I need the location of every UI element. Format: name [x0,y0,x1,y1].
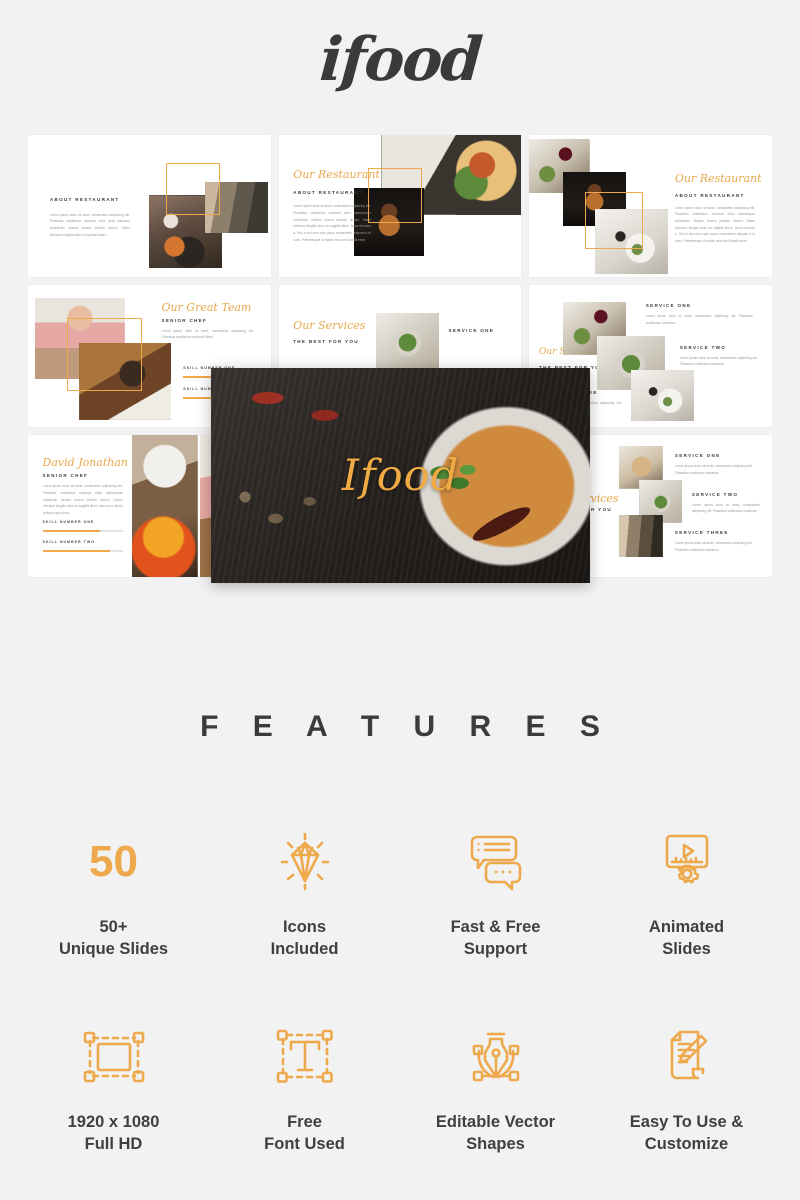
slide-photo-interior [619,514,663,558]
slide-bar-fill [42,530,101,533]
feature-item-unique-slides: 50 50+ Unique Slides [18,824,209,961]
slide-bar-label: SKILL NUMBER TWO [42,540,96,545]
feature-item-support: Fast & Free Support [400,824,591,961]
feature-label: Easy To Use & Customize [630,1111,743,1156]
features-heading: F E A T U R E S [200,710,613,743]
number-50-icon: 50 [89,824,138,900]
feature-label: Editable Vector Shapes [436,1111,555,1156]
slide-body-text: Lorem ipsum dolor sit amet, consectetur … [161,328,254,340]
slide-body-text: Lorem ipsum dolor sit amet, consectetur … [674,205,755,244]
slide-script-title: Our Restaurant [293,167,380,181]
hero-title: Ifood [341,450,460,501]
slide-bar-track [42,550,123,553]
feature-label-line2: Support [463,940,528,959]
feature-item-icons-included: Icons Included [209,824,400,961]
slide-kicker: SENIOR CHEF [42,473,89,479]
slide-service-body: Lorem ipsum dolor sit amet, consectetur … [679,355,758,367]
text-type-icon [274,1019,336,1095]
feature-label: Icons Included [271,916,339,961]
slide-service-title: SERVICE TWO [679,344,727,350]
features-grid: 50 50+ Unique Slides Icons Included Fast… [0,824,800,1155]
brand-header: ifood [0,0,800,120]
slide-script-title: Our Restaurant [674,171,762,185]
slide-thumbnail-about-restaurant[interactable]: ABOUT RESTAURANT Lorem ipsum dolor sit a… [28,135,271,277]
feature-item-vector-shapes: Editable Vector Shapes [400,1019,591,1156]
slide-accent-frame [66,317,143,392]
slide-accent-frame [585,191,644,249]
feature-item-easy-customize: Easy To Use & Customize [591,1019,782,1156]
slide-preview-area: ABOUT RESTAURANT Lorem ipsum dolor sit a… [0,120,800,590]
slide-photo-chef-fire [132,435,198,577]
slide-kicker: SENIOR CHEF [161,317,208,323]
slide-service-title: SERVICE ONE [448,327,495,333]
brand-logo: ifood [317,25,483,95]
slide-bar-track [42,530,123,533]
slide-bar-fill [42,550,110,553]
pen-tool-icon [464,1019,528,1095]
document-pencil-icon [656,1019,718,1095]
slide-service-body: Lorem ipsum dolor sit amet, consectetur … [645,314,753,326]
slide-kicker: ABOUT RESTAURANT [293,190,363,196]
slide-service-body: Lorem ipsum dolor sit amet, consectetur … [674,541,753,552]
slide-body-text: Lorem ipsum dolor sit amet, consectetur … [42,484,123,515]
slide-kicker: THE BEST FOR YOU [293,338,359,344]
product-preview-page: ifood ABOUT RESTAURANT Lorem ipsum dolor… [0,0,800,1200]
feature-label: Animated Slides [649,916,724,961]
slide-kicker: ABOUT RESTAURANT [674,193,745,199]
feature-item-resolution: 1920 x 1080 Full HD [18,1019,209,1156]
slide-script-title: Our Great Team [161,300,252,314]
slide-photo-plate [631,370,695,422]
slide-script-title: Our Services [293,319,366,333]
feature-label-line1: Editable Vector [435,1112,556,1131]
diamond-icon [274,824,336,900]
feature-item-free-font: Free Font Used [209,1019,400,1156]
resize-frame-icon [81,1019,147,1095]
feature-label-line2: Shapes [466,1134,525,1153]
slide-body-text: Lorem ipsum dolor sit amet, consectetur … [293,204,371,242]
feature-label-line2: Unique Slides [58,940,169,959]
feature-label-line2: Included [270,940,339,959]
feature-label: 1920 x 1080 Full HD [68,1111,160,1156]
slide-service-title: SERVICE TWO [691,491,739,497]
slide-thumbnail-our-restaurant-right[interactable]: Our Restaurant ABOUT RESTAURANT Lorem ip… [529,135,772,277]
feature-label-line2: Font Used [264,1134,345,1153]
feature-label-line1: Icons [282,918,327,936]
feature-label-line2: Customize [644,1134,729,1153]
feature-item-animated-slides: Animated Slides [591,824,782,961]
slide-script-title: David Jonathan [42,456,129,470]
feature-label-line2: Full HD [84,1134,143,1153]
feature-label: Free Font Used [264,1111,345,1156]
slide-service-title: SERVICE THREE [674,530,729,536]
slide-service-title: SERVICE ONE [645,303,692,309]
slide-accent-frame [368,167,422,224]
slide-thumbnail-our-restaurant-left[interactable]: Our Restaurant ABOUT RESTAURANT Lorem ip… [278,135,522,277]
feature-label-line1: Free [287,1112,322,1131]
feature-label-line1: Easy To Use & [629,1112,744,1131]
slide-bar-label: SKILL NUMBER ONE [42,520,95,525]
features-section: F E A T U R E S 50 50+ Unique Slides Ico… [0,590,800,1155]
slide-service-title: SERVICE ONE [674,453,721,459]
chat-bubbles-icon [464,824,528,900]
slide-service-body: Lorem ipsum dolor sit amet, consectetur … [674,464,753,476]
feature-label-line2: Slides [662,940,711,959]
feature-label: Fast & Free Support [451,916,541,961]
feature-label-line1: Fast & Free [450,918,541,936]
feature-label: 50+ Unique Slides [59,916,168,961]
hero-slide-overlay[interactable]: Ifood [211,368,590,583]
video-gear-icon [655,824,719,900]
feature-label-line1: Animated [648,918,725,936]
slide-kicker: ABOUT RESTAURANT [49,197,120,203]
slide-body-text: Lorem ipsum dolor sit amet, consectetur … [49,212,130,237]
slide-service-body: Lorem ipsum dolor sit amet, consectetur … [691,502,760,514]
feature-number-value: 50 [89,837,138,886]
feature-label-line1: 50+ [99,918,128,936]
feature-label-line1: 1920 x 1080 [67,1112,160,1131]
slide-photo-salad [375,313,439,371]
slide-accent-frame [166,163,220,215]
